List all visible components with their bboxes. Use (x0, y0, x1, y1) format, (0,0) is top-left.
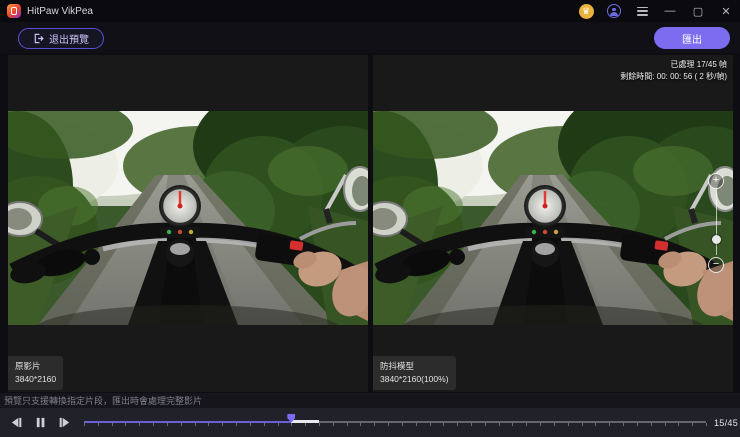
result-video-frame (373, 111, 733, 325)
original-resolution: 3840*2160 (15, 373, 56, 385)
zoom-slider-track[interactable] (716, 191, 718, 255)
exit-preview-label: 退出預覽 (49, 31, 89, 46)
timeline-ticks (84, 423, 706, 427)
zoom-in-button[interactable]: + (708, 173, 724, 189)
preview-hint-text: 預覽只支援轉換指定片段，匯出時會處理完整影片 (4, 394, 202, 407)
zoom-slider-handle[interactable] (712, 235, 721, 244)
timeline-track[interactable] (84, 416, 706, 430)
result-video-label: 防抖模型 3840*2160(100%) (373, 356, 456, 390)
preview-workspace: 原影片 3840*2160 已處理 17/45 幀 剩餘時間: 00: 00: … (0, 53, 740, 393)
original-video-label: 原影片 3840*2160 (8, 356, 63, 390)
premium-button[interactable]: ♛ (572, 0, 600, 22)
pause-icon (34, 416, 47, 429)
zoom-out-button[interactable]: − (708, 257, 724, 273)
zoom-control: + − (708, 173, 724, 273)
original-label-text: 原影片 (15, 360, 56, 372)
exit-preview-button[interactable]: 退出預覽 (18, 28, 104, 49)
hint-bar: 預覽只支援轉換指定片段，匯出時會處理完整影片 (0, 393, 740, 408)
next-frame-icon (58, 416, 71, 429)
app-logo-icon (7, 4, 21, 18)
remaining-time-text: 剩餘時間: 00: 00: 56 ( 2 秒/幀) (620, 71, 727, 83)
export-button[interactable]: 匯出 (654, 27, 730, 49)
maximize-button[interactable]: ▢ (684, 0, 712, 22)
account-button[interactable] (600, 0, 628, 22)
processing-status: 已處理 17/45 幀 剩餘時間: 00: 00: 56 ( 2 秒/幀) (620, 59, 727, 83)
result-label-text: 防抖模型 (380, 360, 449, 372)
toolbar: 退出預覽 匯出 (0, 22, 740, 53)
minimize-button[interactable]: — (656, 0, 684, 22)
menu-button[interactable] (628, 0, 656, 22)
pause-button[interactable] (30, 413, 50, 433)
exit-preview-icon (33, 33, 44, 44)
playback-control-bar: 15/45 (0, 408, 740, 437)
close-button[interactable]: ✕ (712, 0, 740, 22)
result-resolution: 3840*2160(100%) (380, 373, 449, 385)
previous-frame-icon (10, 416, 23, 429)
processed-frames-text: 已處理 17/45 幀 (620, 59, 727, 71)
result-video-panel: 已處理 17/45 幀 剩餘時間: 00: 00: 56 ( 2 秒/幀) + … (373, 55, 733, 392)
account-icon (607, 4, 621, 18)
frame-counter: 15/45 (714, 418, 738, 428)
next-frame-button[interactable] (54, 413, 74, 433)
previous-frame-button[interactable] (6, 413, 26, 433)
premium-crown-icon: ♛ (579, 4, 594, 19)
original-video-frame (8, 111, 368, 325)
menu-icon (637, 7, 648, 16)
original-video-panel: 原影片 3840*2160 (8, 55, 368, 392)
app-title: HitPaw VikPea (27, 6, 93, 17)
app-window: HitPaw VikPea ♛ — ▢ ✕ 退出預覽 匯出 (0, 0, 740, 437)
title-bar: HitPaw VikPea ♛ — ▢ ✕ (0, 0, 740, 22)
